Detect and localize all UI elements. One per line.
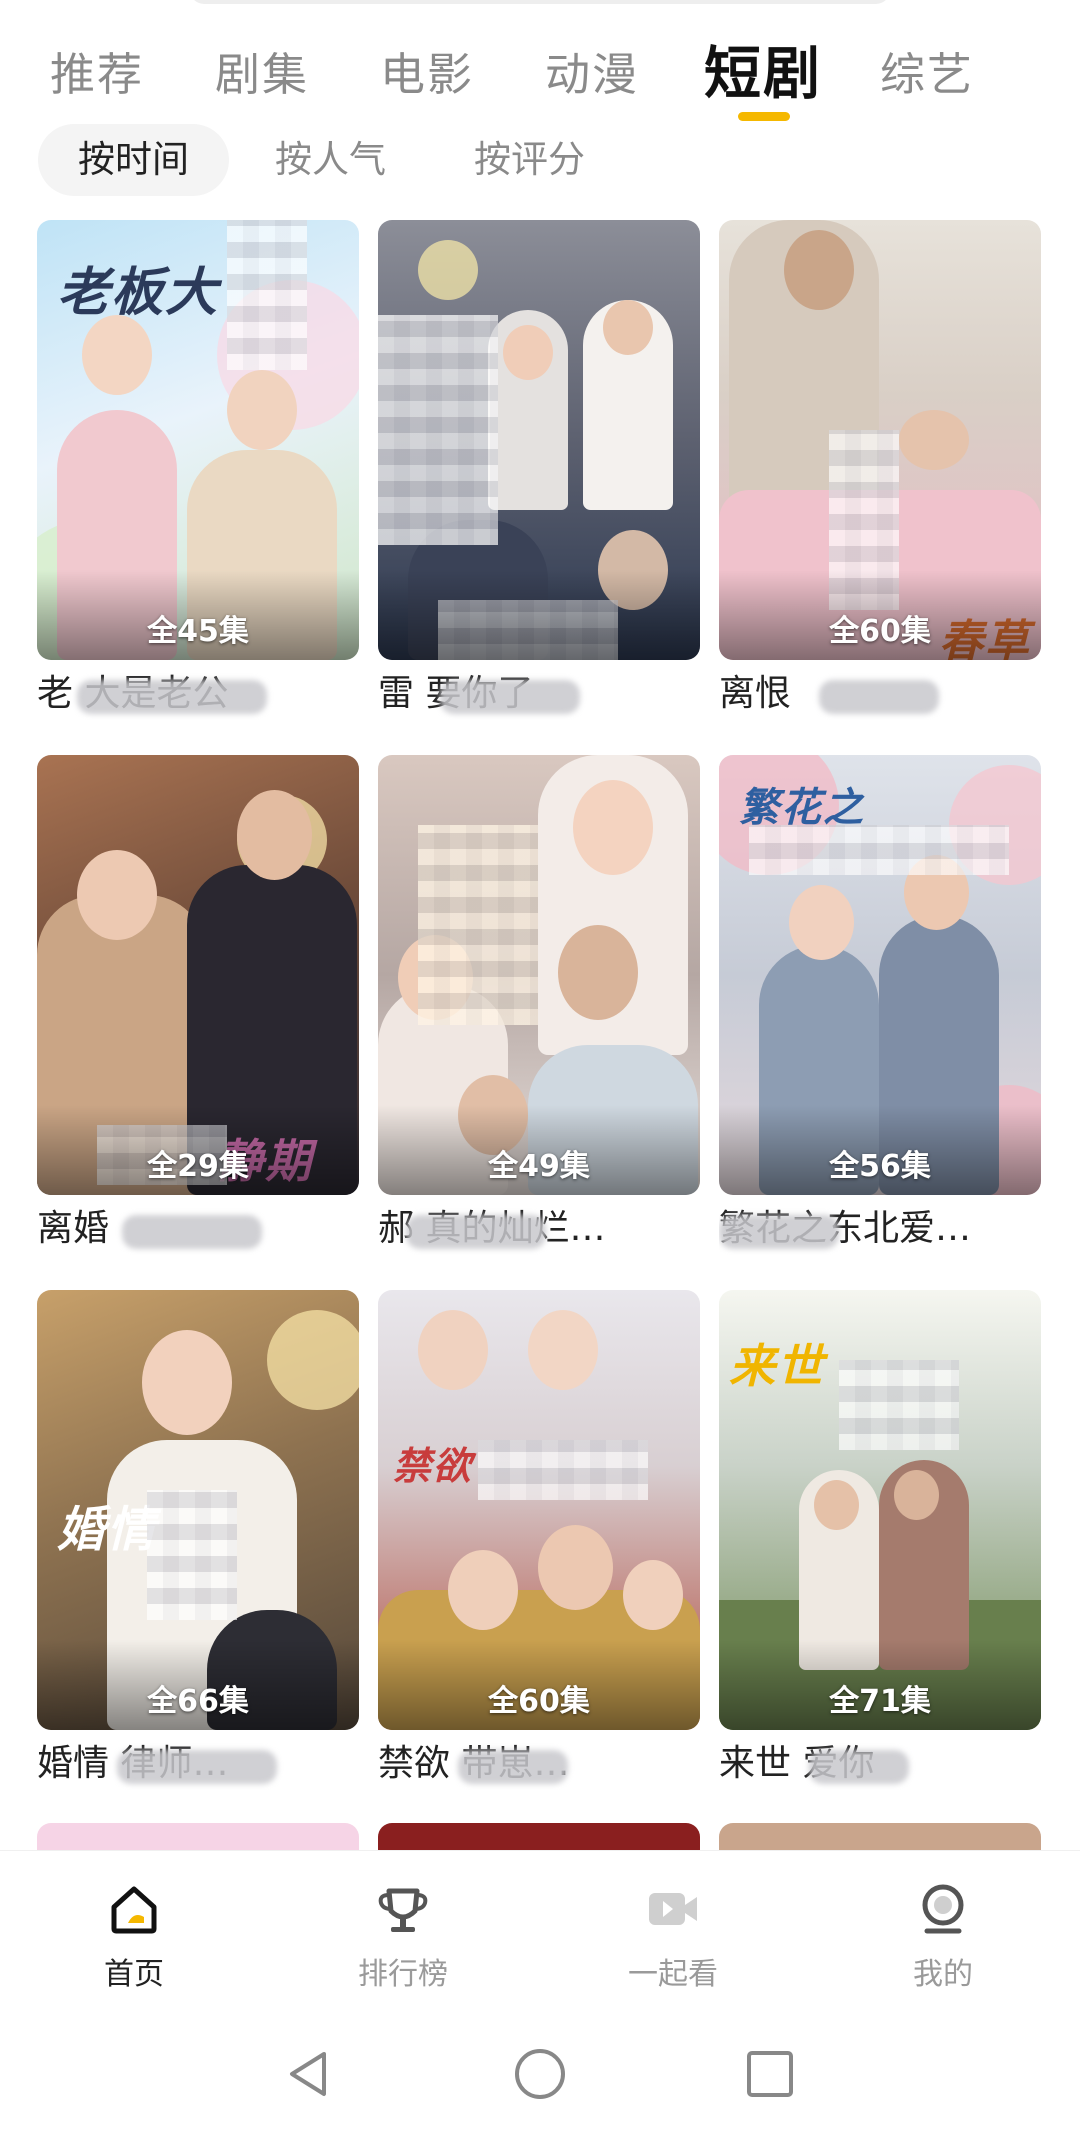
- drama-title: 郝 真的灿烂…: [378, 1203, 700, 1255]
- poster: 禁欲 全60集: [378, 1290, 700, 1730]
- profile-icon: [915, 1881, 971, 1937]
- poster: 来世 全71集: [719, 1290, 1041, 1730]
- trophy-icon: [375, 1881, 431, 1937]
- episode-count: 全45集: [147, 614, 249, 649]
- video-icon: [645, 1881, 701, 1937]
- poster: 全49集: [378, 755, 700, 1195]
- poster: [37, 1823, 359, 1850]
- poster-title-art: 来世: [729, 1339, 825, 1393]
- recents-icon[interactable]: [742, 2046, 798, 2102]
- poster: [719, 1823, 1041, 1850]
- drama-card[interactable]: 雷 要你了: [378, 220, 700, 720]
- drama-title: 婚情 律师…: [37, 1738, 359, 1790]
- nav-label: 一起看: [628, 1957, 718, 1992]
- drama-card[interactable]: 老板大 全45集 老 大是老公: [37, 220, 359, 720]
- poster-title-art: 禁欲: [393, 1443, 474, 1488]
- bottom-nav: 首页 排行榜 一起看 我的: [0, 1850, 1080, 2000]
- drama-title: 雷 要你了: [378, 668, 700, 720]
- episode-count: 全56集: [829, 1149, 931, 1184]
- poster-title-art: 老板大: [57, 262, 220, 323]
- poster: 静期 全29集: [37, 755, 359, 1195]
- episode-count: 全29集: [147, 1149, 249, 1184]
- nav-profile[interactable]: 我的: [843, 1881, 1043, 1993]
- episode-count: 全49集: [488, 1149, 590, 1184]
- poster: 老板大 全45集: [37, 220, 359, 660]
- system-nav-bar: [0, 2000, 1080, 2133]
- nav-label: 首页: [104, 1957, 164, 1992]
- poster: 春草 全60集: [719, 220, 1041, 660]
- drama-card[interactable]: 禁欲 全60集 禁欲 带崽…: [378, 1290, 700, 1790]
- drama-card[interactable]: 婚情 全66集 婚情 律师…: [37, 1290, 359, 1790]
- poster: [378, 220, 700, 660]
- drama-card[interactable]: 静期 全29集 离婚: [37, 755, 359, 1255]
- nav-label: 排行榜: [358, 1957, 448, 1992]
- drama-card[interactable]: 繁花之 全56集 繁花之东北爱…: [719, 755, 1041, 1255]
- drama-title: 离婚: [37, 1203, 359, 1255]
- episode-count: 全60集: [829, 614, 931, 649]
- drama-title: 禁欲 带崽…: [378, 1738, 700, 1790]
- drama-grid: 老板大 全45集 老 大是老公 雷 要你了: [0, 0, 1080, 1850]
- drama-card[interactable]: [378, 1823, 700, 1850]
- poster: 繁花之 全56集: [719, 755, 1041, 1195]
- drama-title: 来世 爱你: [719, 1738, 1041, 1790]
- nav-watch-together[interactable]: 一起看: [573, 1881, 773, 1993]
- drama-card[interactable]: 春草 全60集 离恨: [719, 220, 1041, 720]
- nav-ranking[interactable]: 排行榜: [303, 1881, 503, 1993]
- nav-home[interactable]: 首页: [34, 1881, 234, 1993]
- drama-card[interactable]: [719, 1823, 1041, 1850]
- drama-title: 老 大是老公: [37, 668, 359, 720]
- drama-card[interactable]: [37, 1823, 359, 1850]
- drama-card[interactable]: 来世 全71集 来世 爱你: [719, 1290, 1041, 1790]
- episode-count: 全60集: [488, 1684, 590, 1719]
- poster-title-art: 婚情: [57, 1502, 158, 1558]
- episode-count: 全66集: [147, 1684, 249, 1719]
- poster: 婚情 全66集: [37, 1290, 359, 1730]
- home-icon: [106, 1881, 162, 1937]
- home-circle-icon[interactable]: [512, 2046, 568, 2102]
- drama-title: 繁花之东北爱…: [719, 1208, 972, 1249]
- nav-label: 我的: [913, 1957, 973, 1992]
- episode-count: 全71集: [829, 1684, 931, 1719]
- drama-title: 离恨: [719, 668, 1041, 720]
- back-icon[interactable]: [282, 2046, 338, 2102]
- poster: [378, 1823, 700, 1850]
- drama-card[interactable]: 全49集 郝 真的灿烂…: [378, 755, 700, 1255]
